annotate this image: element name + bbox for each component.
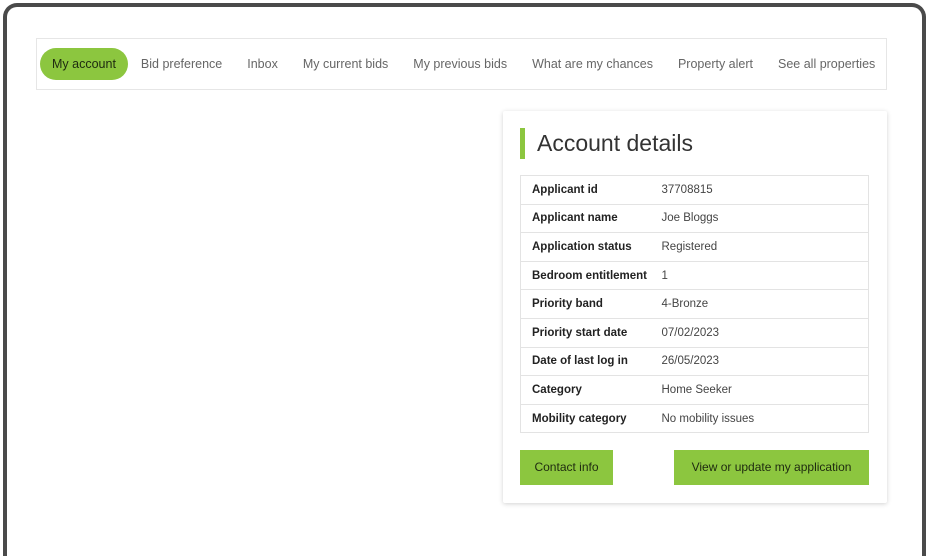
contact-info-button[interactable]: Contact info [520, 450, 613, 485]
table-row: Bedroom entitlement 1 [520, 261, 869, 291]
category-value: Home Seeker [661, 375, 869, 405]
nav-inbox[interactable]: Inbox [235, 48, 290, 80]
priority-start-date-value: 07/02/2023 [661, 318, 869, 348]
table-row: Date of last log in 26/05/2023 [520, 347, 869, 377]
account-details-table: Applicant id 37708815 Applicant name Joe… [520, 175, 869, 434]
bedroom-entitlement-value: 1 [661, 261, 869, 291]
bedroom-entitlement-label: Bedroom entitlement [520, 261, 662, 291]
application-status-value: Registered [661, 232, 869, 262]
applicant-name-label: Applicant name [520, 204, 662, 234]
last-login-value: 26/05/2023 [661, 347, 869, 377]
table-row: Priority band 4-Bronze [520, 289, 869, 319]
nav-bid-preference[interactable]: Bid preference [129, 48, 234, 80]
nav-what-are-my-chances[interactable]: What are my chances [520, 48, 665, 80]
account-details-title: Account details [520, 128, 693, 159]
applicant-name-value: Joe Bloggs [661, 204, 869, 234]
table-row: Applicant id 37708815 [520, 175, 869, 205]
nav-my-current-bids[interactable]: My current bids [291, 48, 400, 80]
table-row: Category Home Seeker [520, 375, 869, 405]
table-row: Priority start date 07/02/2023 [520, 318, 869, 348]
applicant-id-label: Applicant id [520, 175, 662, 205]
application-status-label: Application status [520, 232, 662, 262]
table-row: Application status Registered [520, 232, 869, 262]
nav-see-all-properties[interactable]: See all properties [766, 48, 887, 80]
mobility-category-label: Mobility category [532, 412, 627, 425]
mobility-category-value: No mobility issues [661, 412, 755, 425]
nav-my-previous-bids[interactable]: My previous bids [401, 48, 519, 80]
priority-band-label: Priority band [520, 289, 662, 319]
category-label: Category [520, 375, 662, 405]
priority-start-date-label: Priority start date [520, 318, 662, 348]
priority-band-value: 4-Bronze [661, 289, 869, 319]
table-row: Mobility category No mobility issues [521, 404, 869, 433]
update-application-button[interactable]: View or update my application [674, 450, 869, 485]
nav-my-account[interactable]: My account [40, 48, 128, 80]
table-row: Applicant name Joe Bloggs [520, 204, 869, 234]
account-nav: My account Bid preference Inbox My curre… [36, 38, 887, 90]
applicant-id-value: 37708815 [661, 175, 869, 205]
account-details-card: Account details Applicant id 37708815 Ap… [503, 111, 887, 503]
nav-property-alert[interactable]: Property alert [666, 48, 765, 80]
last-login-label: Date of last log in [520, 347, 662, 377]
